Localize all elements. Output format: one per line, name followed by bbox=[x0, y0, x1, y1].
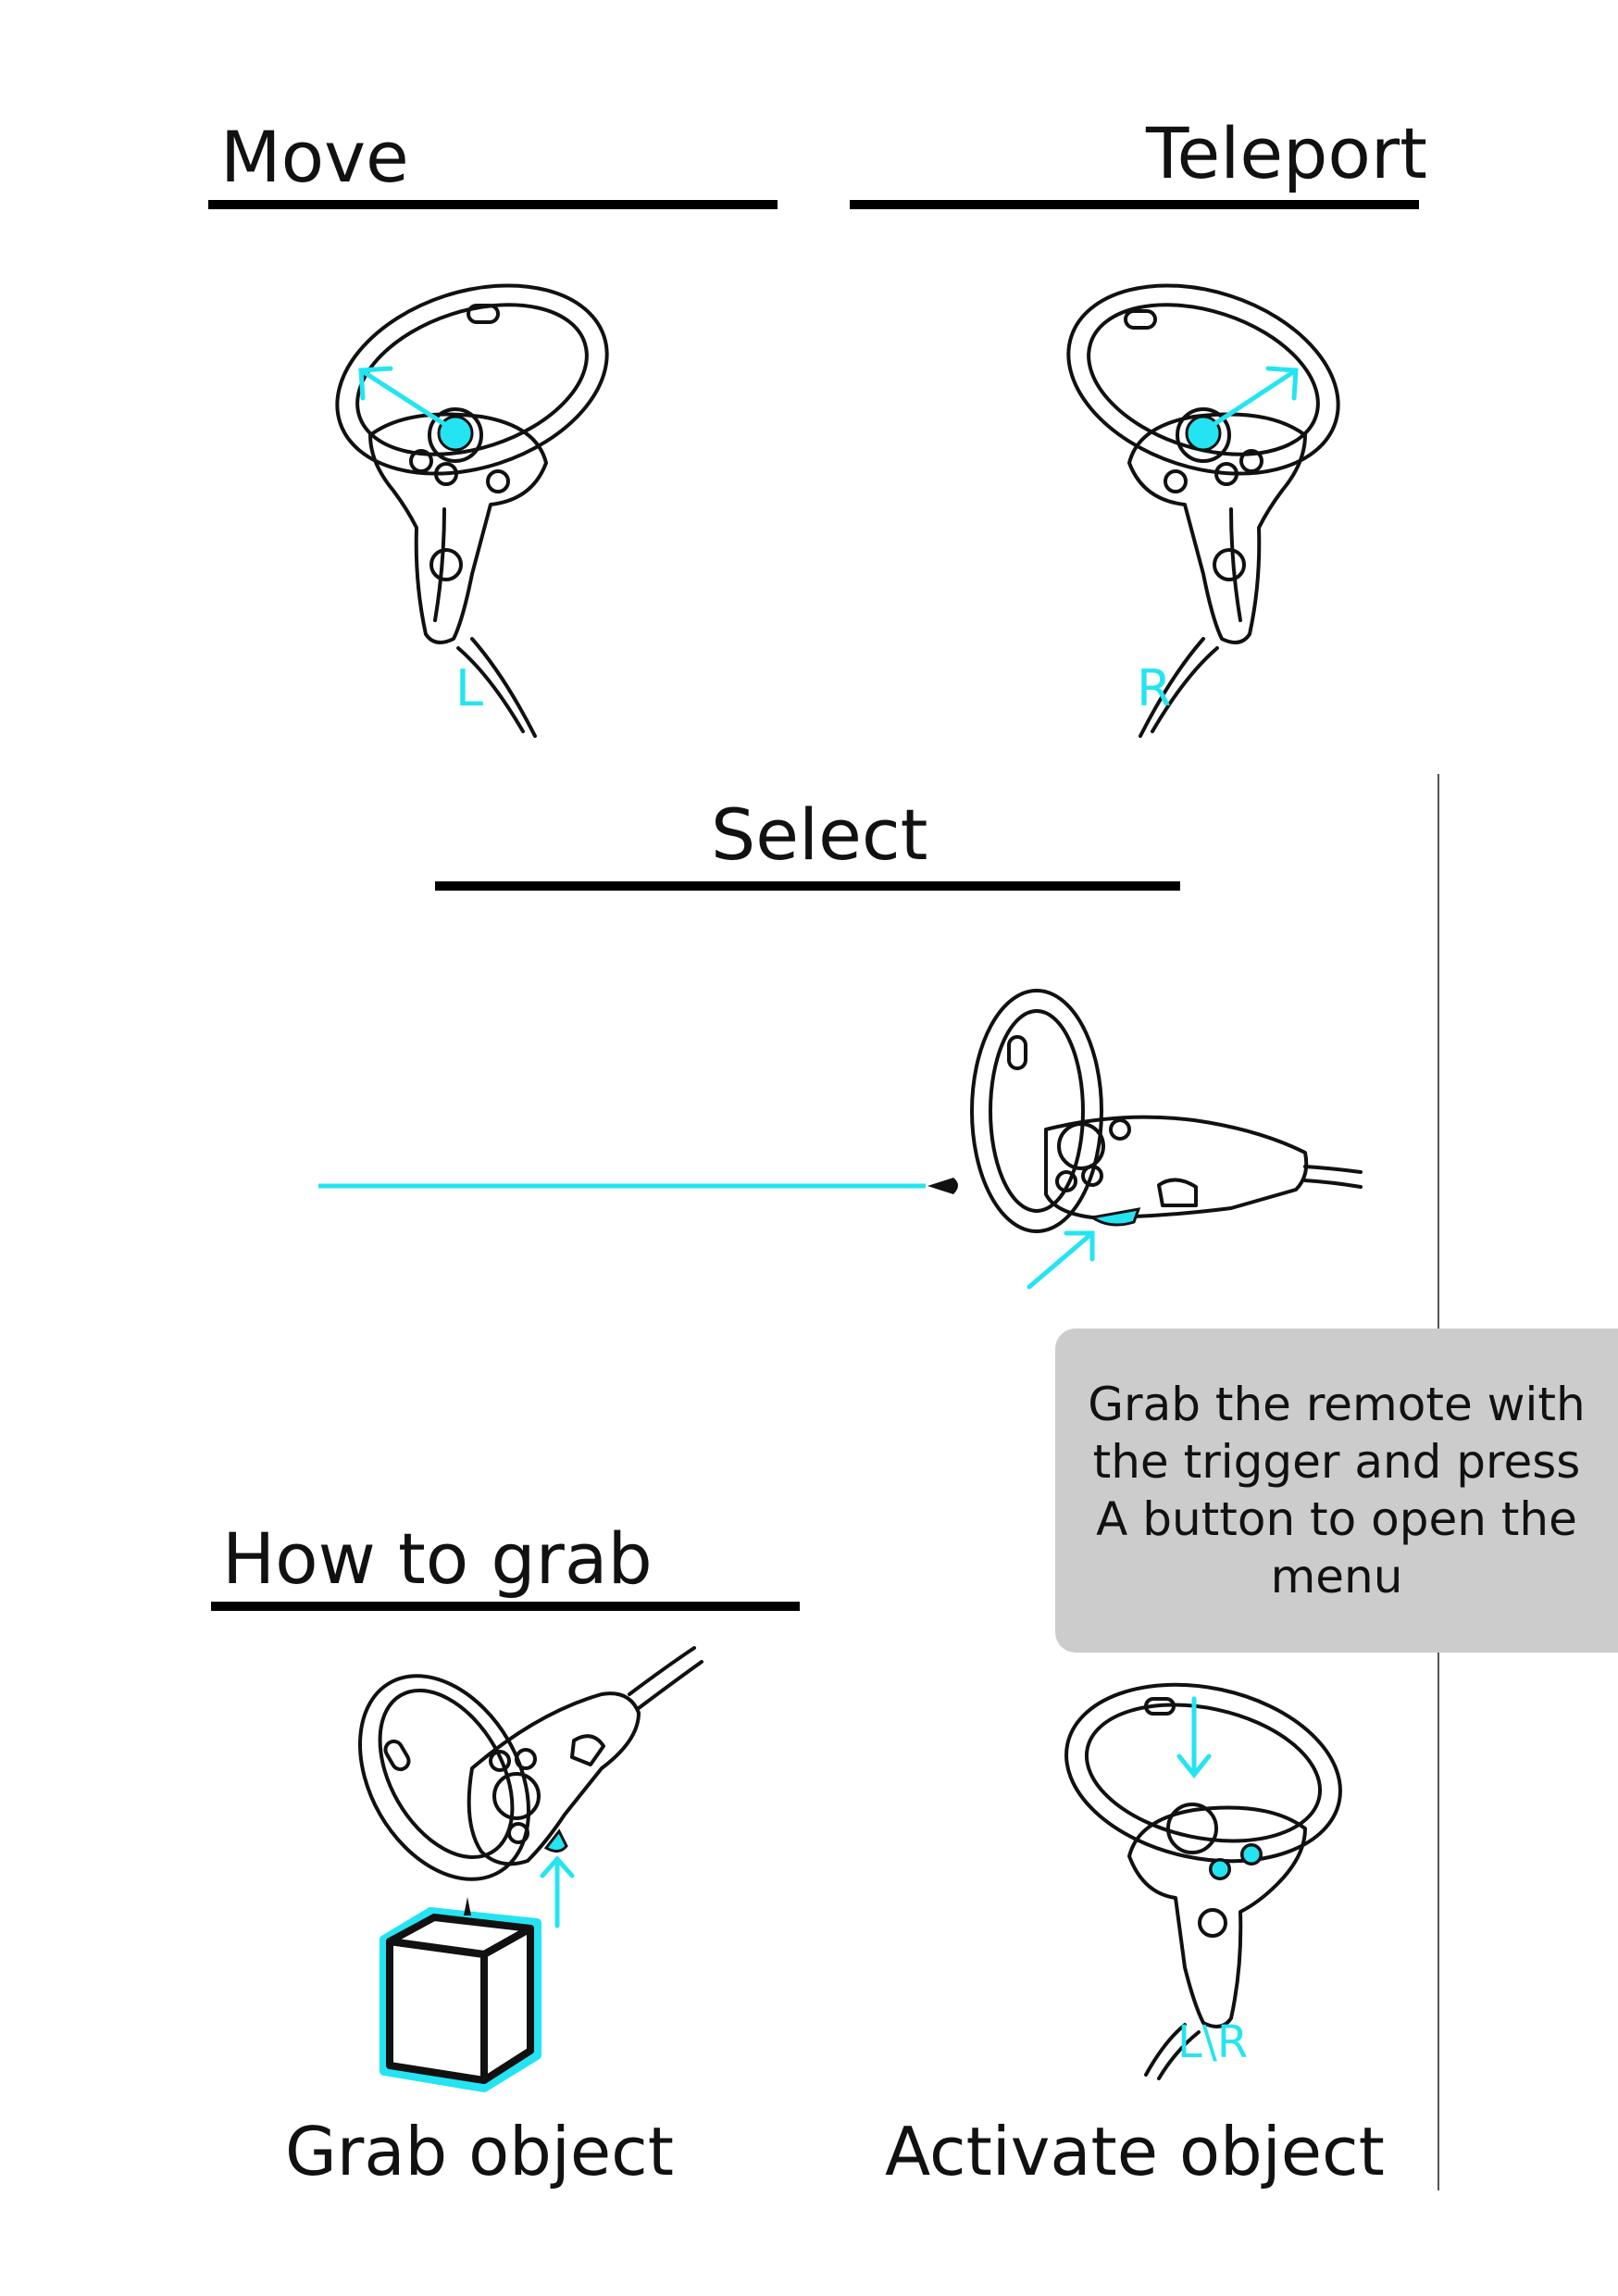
cube-icon bbox=[380, 1897, 541, 2092]
caption-activate-object: Activate object bbox=[885, 2113, 1385, 2190]
rule-move bbox=[208, 200, 778, 209]
menu-hint-text: Grab the remote with the trigger and pre… bbox=[1088, 1378, 1586, 1603]
heading-teleport: Teleport bbox=[1146, 112, 1427, 194]
vr-controller-grab-icon bbox=[358, 1646, 703, 1928]
heading-how-to-grab: How to grab bbox=[222, 1517, 653, 1600]
laser-pointer-icon bbox=[318, 1178, 958, 1194]
hand-label-either: L\R bbox=[1177, 2016, 1249, 2068]
hand-label-right: R bbox=[1137, 659, 1172, 718]
hand-label-left: L bbox=[455, 659, 484, 718]
heading-select: Select bbox=[711, 793, 928, 876]
rule-teleport bbox=[850, 200, 1419, 209]
rule-select bbox=[435, 881, 1180, 891]
vr-controller-pointing-icon bbox=[970, 989, 1363, 1290]
heading-move: Move bbox=[220, 116, 409, 198]
vr-controller-right-icon bbox=[1066, 283, 1340, 738]
menu-hint-box: Grab the remote with the trigger and pre… bbox=[1055, 1329, 1618, 1653]
rule-how-to-grab bbox=[211, 1602, 800, 1611]
caption-grab-object: Grab object bbox=[285, 2113, 674, 2190]
